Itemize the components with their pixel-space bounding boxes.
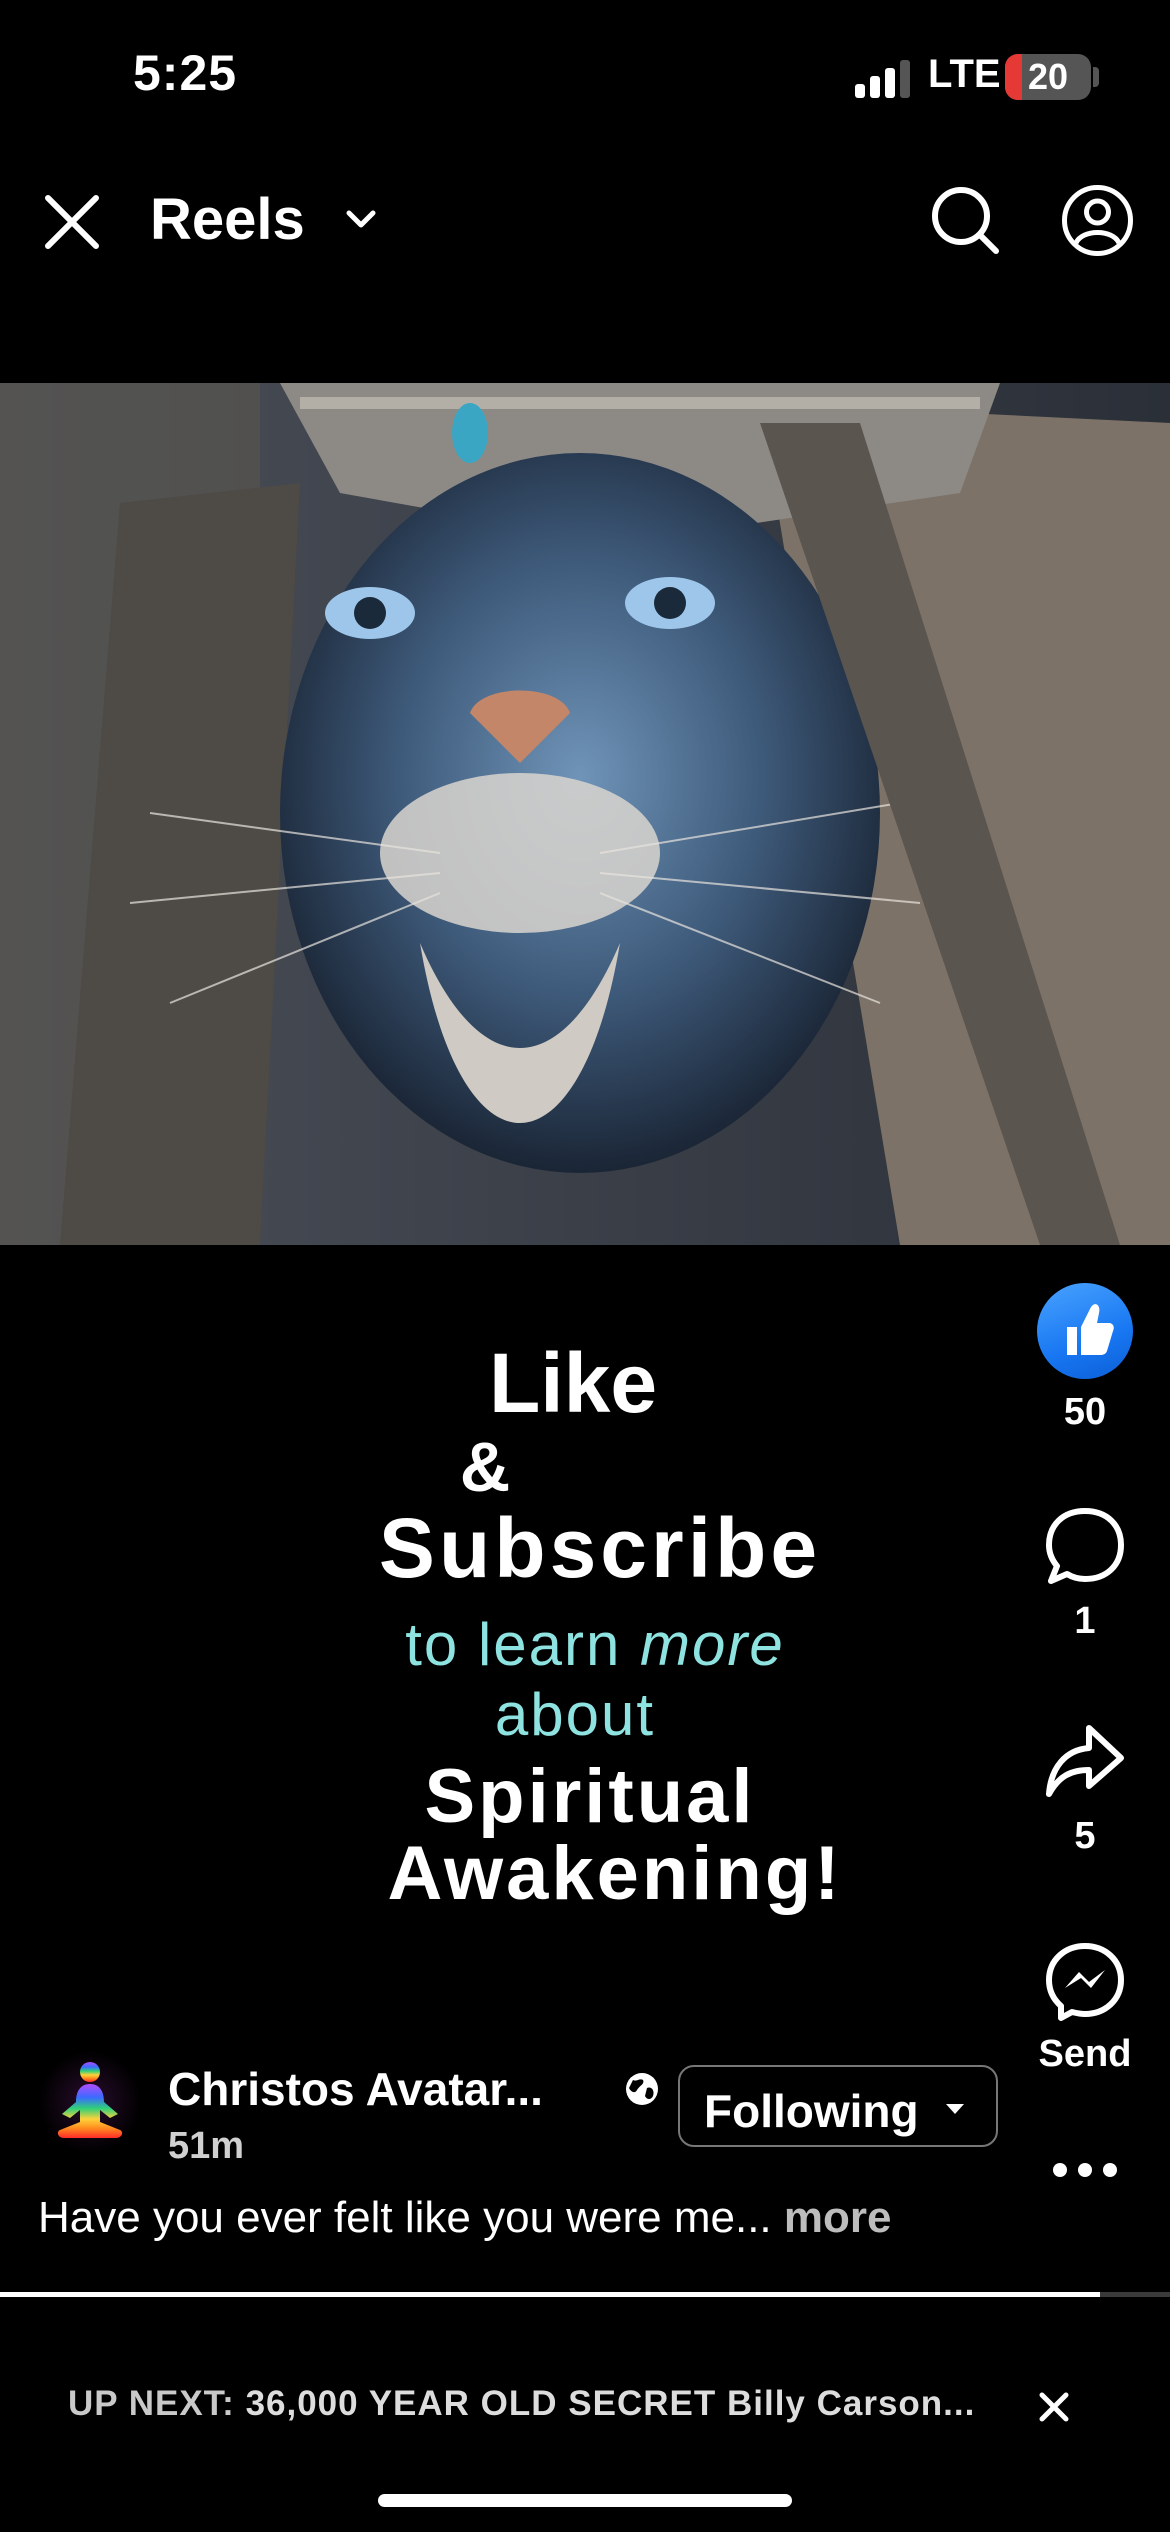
caret-down-icon [946, 2104, 964, 2114]
page-title[interactable]: Reels [150, 186, 305, 253]
comment-count: 1 [1074, 1600, 1096, 1642]
post-time: 51m [168, 2125, 245, 2167]
cellular-signal-icon [855, 58, 915, 98]
overlay-text-about: about [494, 1681, 656, 1748]
search-button[interactable] [928, 183, 1003, 258]
comment-button[interactable]: 1 [1020, 1505, 1150, 1643]
following-button[interactable]: Following [678, 2065, 998, 2147]
video-frame-image [0, 383, 1170, 1245]
overlay-text-more: more [640, 1611, 785, 1678]
up-next-text[interactable]: UP NEXT: 36,000 YEAR OLD SECRET Billy Ca… [68, 2384, 975, 2424]
overlay-text-learn-more: to learn more [10, 1610, 1170, 1679]
overlay-text-awakening: Awakening! [387, 1831, 843, 1916]
share-button[interactable]: 5 [1020, 1720, 1150, 1858]
profile-icon [1062, 185, 1133, 256]
following-label: Following [704, 2085, 919, 2137]
send-button[interactable]: Send [1020, 1940, 1150, 2076]
overlay-text-learn: to learn [405, 1611, 641, 1678]
comment-icon [1046, 1508, 1124, 1584]
caption-text: Have you ever felt like you were me... [38, 2193, 784, 2242]
author-avatar[interactable] [38, 2050, 142, 2154]
like-count: 50 [1063, 1391, 1107, 1433]
close-icon [1039, 2392, 1069, 2422]
share-icon [1046, 1725, 1124, 1797]
like-icon [1037, 1283, 1133, 1379]
search-icon [932, 187, 999, 254]
overlay-text-subscribe: Subscribe [378, 1501, 822, 1595]
share-count: 5 [1074, 1815, 1096, 1857]
battery-tip [1093, 67, 1099, 87]
home-indicator[interactable] [378, 2494, 792, 2507]
author-name[interactable]: Christos Avatar... [168, 2062, 543, 2116]
up-next-close-button[interactable] [1034, 2387, 1074, 2427]
overlay-text-spiritual: Spiritual [424, 1754, 756, 1839]
close-icon [45, 195, 99, 249]
chevron-down-icon[interactable] [343, 207, 379, 231]
up-next-prefix: UP NEXT: [68, 2384, 246, 2423]
video-progress-bar[interactable] [0, 2292, 1170, 2297]
battery-icon: 20 [1005, 54, 1091, 100]
overlay-text-ampersand: & [459, 1428, 511, 1506]
status-time: 5:25 [133, 45, 238, 101]
profile-button[interactable] [1060, 183, 1135, 258]
more-dots-icon [1053, 2163, 1117, 2177]
overlay-text-like: Like [488, 1336, 658, 1430]
globe-icon [623, 2070, 661, 2108]
reel-video[interactable] [0, 383, 1170, 1245]
caption-more-link[interactable]: more [784, 2193, 892, 2242]
network-type: LTE [928, 52, 1001, 96]
meditation-figure-icon [57, 2062, 123, 2138]
send-label: Send [1038, 2033, 1132, 2075]
close-button[interactable] [40, 190, 104, 254]
more-options-button[interactable] [1020, 2160, 1150, 2200]
battery-level-text: 20 [1027, 56, 1069, 97]
messenger-icon [1046, 1943, 1124, 2021]
up-next-title: 36,000 YEAR OLD SECRET Billy Carson... [245, 2384, 976, 2423]
video-progress-fill [0, 2292, 1100, 2297]
like-button[interactable]: 50 [1020, 1283, 1150, 1434]
post-caption[interactable]: Have you ever felt like you were me... m… [38, 2193, 891, 2243]
